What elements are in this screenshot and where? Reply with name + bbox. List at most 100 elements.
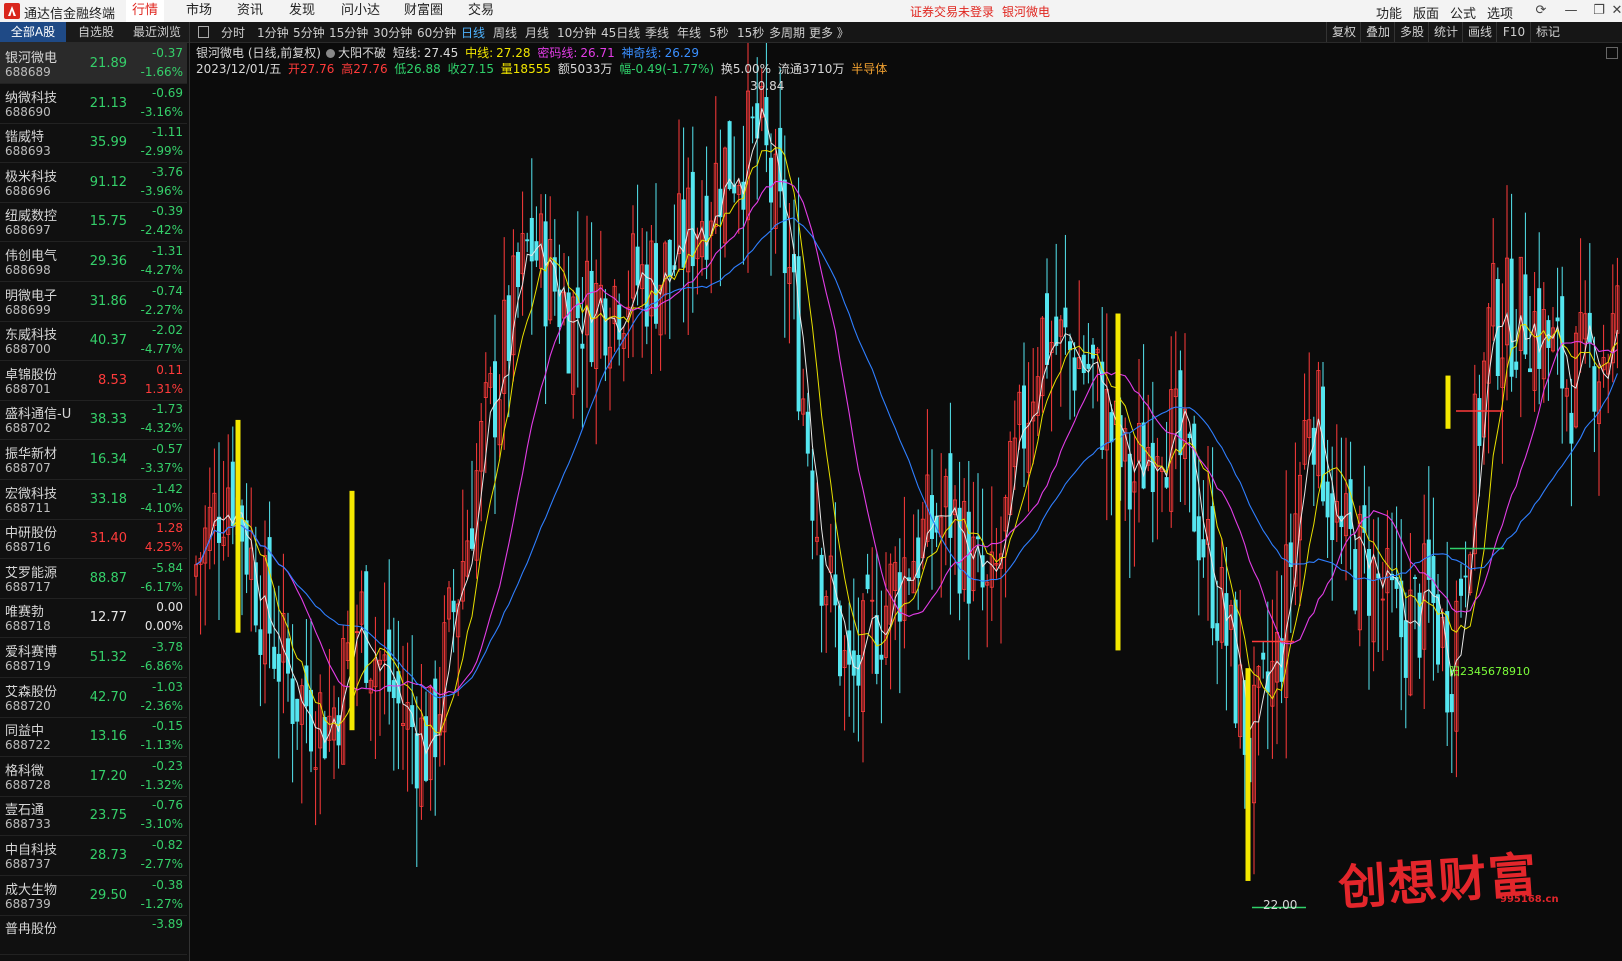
candle-body — [276, 653, 281, 682]
candle-body — [304, 665, 309, 707]
menu-gongneng[interactable]: 功能 — [1376, 3, 1402, 22]
candle-body — [704, 195, 709, 260]
period-6[interactable]: 日线 — [461, 24, 485, 41]
list-item[interactable]: 艾罗能源 688717 88.87 -5.84 -6.17% — [0, 558, 187, 599]
candle-body — [750, 116, 755, 119]
tab-recent[interactable]: 最近浏览 — [126, 22, 188, 42]
period-11[interactable]: 季线 — [645, 24, 669, 41]
period-0[interactable]: 分时 — [221, 24, 245, 41]
kline-chart-canvas[interactable] — [190, 43, 1622, 961]
list-item[interactable]: 明微电子 688699 31.86 -0.74 -2.27% — [0, 281, 187, 322]
menu-zixun[interactable]: 资讯 — [231, 0, 269, 22]
menu-shichang[interactable]: 市场 — [180, 0, 218, 22]
list-item[interactable]: 普冉股份 -3.89 — [0, 914, 187, 956]
menu-gongshi[interactable]: 公式 — [1450, 3, 1476, 22]
indicator-name[interactable]: 大阳不破 — [338, 46, 386, 60]
stock-code: 688690 — [5, 104, 51, 119]
stock-code: 688697 — [5, 223, 51, 238]
period-1[interactable]: 1分钟 — [257, 24, 289, 41]
candle-body — [1192, 423, 1197, 532]
candle-body — [1537, 288, 1542, 369]
toolbar-button-3[interactable]: 统计 — [1428, 22, 1463, 42]
kline-chart[interactable]: 银河微电 (日线,前复权) 大阳不破 短线: 27.45 中线: 27.28 密码线:… — [190, 43, 1622, 961]
list-item[interactable]: 纽威数控 688697 15.75 -0.39 -2.42% — [0, 201, 187, 243]
period-2[interactable]: 5分钟 — [293, 24, 325, 41]
period-13[interactable]: 5秒 — [709, 24, 729, 41]
refresh-icon[interactable]: ⟳ — [1534, 4, 1548, 18]
stock-change-pct: -2.27% — [140, 302, 183, 317]
indicator-dot-icon[interactable] — [326, 49, 335, 58]
login-notice[interactable]: 证券交易未登录 — [910, 3, 994, 20]
stock-name: 中自科技 — [5, 843, 58, 858]
list-item[interactable]: 唯赛勃 688718 12.77 0.00 0.00% — [0, 597, 187, 639]
stock-name: 艾罗能源 — [5, 565, 58, 581]
list-item[interactable]: 东威科技 688700 40.37 -2.02 -4.77% — [0, 320, 187, 362]
tab-watchlist[interactable]: 自选股 — [66, 22, 126, 42]
period-9[interactable]: 10分钟 — [557, 24, 596, 41]
candle-body — [1178, 370, 1183, 456]
list-item[interactable]: 壹石通 688733 23.75 -0.76 -3.10% — [0, 795, 187, 837]
list-item[interactable]: 纳微科技 688690 21.13 -0.69 -3.16% — [0, 83, 187, 124]
stock-price: 33.18 — [89, 491, 127, 507]
panel-toggle-icon[interactable] — [198, 26, 209, 38]
toolbar-button-0[interactable]: 复权 — [1326, 22, 1361, 42]
toolbar-button-6[interactable]: 标记 — [1530, 22, 1565, 42]
period-7[interactable]: 周线 — [493, 24, 517, 41]
period-5[interactable]: 60分钟 — [417, 24, 456, 41]
period-16[interactable]: 更多 》 — [809, 24, 849, 41]
period-15[interactable]: 多周期 — [769, 24, 805, 41]
menu-hangqing[interactable]: 行情 — [126, 0, 165, 22]
minimize-icon[interactable]: — — [1564, 4, 1578, 18]
candle-body — [966, 511, 971, 604]
list-item[interactable]: 振华新材 688707 16.34 -0.57 -3.37% — [0, 439, 187, 480]
candle-body — [819, 554, 824, 606]
period-3[interactable]: 15分钟 — [329, 24, 368, 41]
list-item[interactable]: 中自科技 688737 28.73 -0.82 -2.77% — [0, 835, 187, 876]
list-item[interactable]: 银河微电 688689 21.89 -0.37 -1.66% — [0, 43, 187, 84]
stock-change: -0.37 — [151, 46, 183, 60]
quote-sector[interactable]: 半导体 — [851, 62, 887, 76]
list-item[interactable]: 伟创电气 688698 29.36 -1.31 -4.27% — [0, 241, 187, 282]
menu-faxian[interactable]: 发现 — [283, 0, 321, 22]
menu-xuanxiang[interactable]: 选项 — [1487, 3, 1513, 22]
period-8[interactable]: 月线 — [525, 24, 549, 41]
stock-change-pct: -2.77% — [140, 857, 183, 871]
candle-body — [681, 199, 686, 268]
list-item[interactable]: 中研股份 688716 31.40 1.28 4.25% — [0, 518, 187, 560]
list-item[interactable]: 艾森股份 688720 42.70 -1.03 -2.36% — [0, 677, 187, 718]
stock-change: -0.23 — [151, 758, 183, 773]
mid-label: 中线: — [465, 46, 494, 60]
list-item[interactable]: 盛科通信-U 688702 38.33 -1.73 -4.32% — [0, 399, 187, 441]
list-item[interactable]: 格科微 688728 17.20 -0.23 -1.32% — [0, 756, 187, 797]
toolbar-button-5[interactable]: F10 — [1496, 22, 1531, 42]
quote-range: 幅-0.49(-1.77%) — [619, 62, 715, 76]
candle-body — [1109, 412, 1114, 443]
period-14[interactable]: 15秒 — [737, 24, 764, 41]
period-4[interactable]: 30分钟 — [373, 24, 412, 41]
stock-name: 伟创电气 — [5, 249, 58, 264]
toolbar-button-2[interactable]: 多股 — [1394, 22, 1429, 42]
list-item[interactable]: 锴威特 688693 35.99 -1.11 -2.99% — [0, 122, 187, 164]
menu-wenxiaoda[interactable]: 问小达 — [335, 0, 386, 22]
list-item[interactable]: 成大生物 688739 29.50 -0.38 -1.27% — [0, 875, 187, 916]
list-item[interactable]: 极米科技 688696 91.12 -3.76 -3.96% — [0, 162, 187, 203]
restore-icon[interactable]: ❐ — [1592, 4, 1606, 18]
tab-all-a-shares[interactable]: 全部A股 — [0, 22, 66, 42]
chart-settings-icon[interactable] — [1606, 47, 1618, 59]
list-item[interactable]: 爱科赛博 688719 51.32 -3.78 -6.86% — [0, 637, 187, 678]
candle-body — [1054, 316, 1059, 346]
toolbar-button-4[interactable]: 画线 — [1462, 22, 1497, 42]
menu-jiaoyi[interactable]: 交易 — [462, 0, 500, 22]
period-12[interactable]: 年线 — [677, 24, 701, 41]
toolbar-button-1[interactable]: 叠加 — [1360, 22, 1395, 42]
list-item[interactable]: 同益中 688722 13.16 -0.15 -1.13% — [0, 716, 187, 758]
close-icon[interactable]: ✕ — [1610, 4, 1622, 18]
menu-banmian[interactable]: 版面 — [1413, 3, 1439, 22]
stock-change: -1.73 — [151, 402, 183, 417]
list-item[interactable]: 卓锦股份 688701 8.53 0.11 1.31% — [0, 360, 187, 401]
candle-body — [769, 157, 774, 203]
menu-caifuquan[interactable]: 财富圈 — [398, 0, 449, 22]
period-10[interactable]: 45日线 — [601, 24, 640, 41]
stock-code: 688717 — [5, 579, 51, 594]
list-item[interactable]: 宏微科技 688711 33.18 -1.42 -4.10% — [0, 479, 187, 520]
